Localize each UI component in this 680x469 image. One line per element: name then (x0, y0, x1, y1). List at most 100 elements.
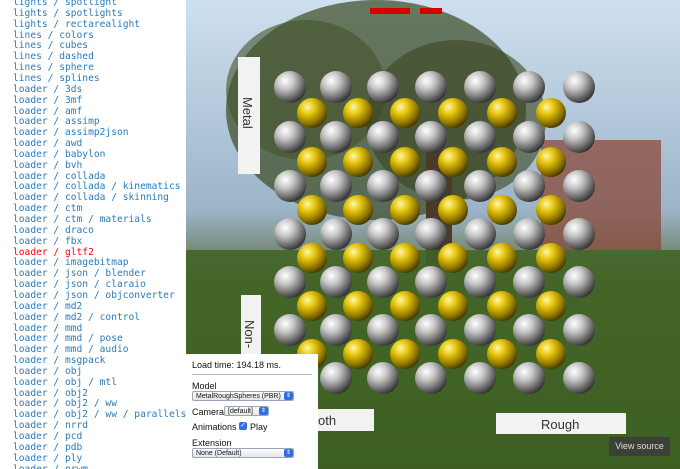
sidebar-link[interactable]: loader / prwm (13, 464, 88, 469)
material-sphere (367, 314, 399, 346)
sidebar-link[interactable]: lines / sphere (13, 62, 94, 73)
sidebar-link[interactable]: lines / dashed (13, 51, 94, 62)
camera-label: Camera (192, 407, 225, 417)
material-sphere (320, 266, 352, 298)
animations-label: Animations (192, 422, 237, 432)
material-sphere (563, 121, 595, 153)
sidebar-link[interactable]: lights / spotlight (13, 0, 117, 8)
play-checkbox[interactable]: ✓ (239, 422, 247, 430)
sidebar-link[interactable]: loader / nrrd (13, 420, 88, 431)
sidebar-link[interactable]: lines / cubes (13, 40, 88, 51)
sidebar-link[interactable]: loader / ctm / materials (13, 214, 152, 225)
sidebar-link[interactable]: loader / md2 (13, 301, 82, 312)
sidebar-link[interactable]: loader / pcd (13, 431, 82, 442)
sidebar-link[interactable]: loader / assimp (13, 116, 100, 127)
chevron-down-icon: ⇕ (284, 449, 293, 457)
sidebar-link[interactable]: loader / collada (13, 171, 105, 182)
sidebar-link[interactable]: loader / obj2 (13, 388, 88, 399)
material-sphere (367, 71, 399, 103)
material-sphere (274, 170, 306, 202)
sidebar-link[interactable]: loader / draco (13, 225, 94, 236)
sidebar-link[interactable]: loader / ply (13, 453, 82, 464)
material-sphere (487, 98, 517, 128)
sidebar-link[interactable]: loader / 3ds (13, 84, 82, 95)
material-sphere (513, 71, 545, 103)
material-sphere (487, 195, 517, 225)
material-sphere (415, 266, 447, 298)
sidebar-link[interactable]: lights / spotlights (13, 8, 123, 19)
sidebar-link[interactable]: loader / mmd / pose (13, 333, 123, 344)
sidebar-link[interactable]: lights / rectarealight (13, 19, 140, 30)
material-sphere (320, 314, 352, 346)
material-sphere (438, 98, 468, 128)
material-sphere (343, 195, 373, 225)
material-sphere (438, 339, 468, 369)
material-sphere (513, 314, 545, 346)
material-sphere (390, 243, 420, 273)
material-sphere (343, 243, 373, 273)
sidebar-link[interactable]: loader / mmd / audio (13, 344, 129, 355)
material-sphere (513, 121, 545, 153)
sidebar-link[interactable]: loader / 3mf (13, 95, 82, 106)
material-sphere (415, 218, 447, 250)
settings-panel: Load time: 194.18 ms. Model MetalRoughSp… (186, 354, 318, 469)
sidebar-link[interactable]: loader / obj (13, 366, 82, 377)
material-sphere (297, 195, 327, 225)
model-select[interactable]: MetalRoughSpheres (PBR) ⇕ (192, 391, 294, 401)
sidebar-link[interactable]: loader / json / objconverter (13, 290, 175, 301)
material-sphere (487, 339, 517, 369)
sidebar-link[interactable]: loader / json / blender (13, 268, 146, 279)
sidebar-link[interactable]: loader / pdb (13, 442, 82, 453)
material-sphere (536, 339, 566, 369)
sidebar-link[interactable]: loader / obj2 / ww / parallels (13, 409, 186, 420)
material-sphere (563, 266, 595, 298)
sidebar-link[interactable]: loader / bvh (13, 160, 82, 171)
sidebar-link[interactable]: loader / collada / skinning (13, 192, 169, 203)
material-sphere (343, 291, 373, 321)
sidebar-link[interactable]: loader / gltf2 (13, 247, 94, 258)
view-source-button[interactable]: View source (609, 437, 670, 456)
material-sphere (297, 291, 327, 321)
examples-sidebar: lights / spotlight lights / spotlights lig… (0, 0, 186, 469)
material-sphere (415, 362, 447, 394)
material-sphere (536, 243, 566, 273)
material-sphere (513, 266, 545, 298)
nonmetal-label: Non- (242, 320, 257, 349)
material-sphere (464, 266, 496, 298)
material-sphere (390, 291, 420, 321)
sidebar-link[interactable]: loader / obj2 / ww (13, 398, 117, 409)
sidebar-link[interactable]: loader / obj / mtl (13, 377, 117, 388)
material-sphere (536, 98, 566, 128)
material-sphere (343, 147, 373, 177)
material-sphere (415, 71, 447, 103)
sidebar-link[interactable]: loader / ctm (13, 203, 82, 214)
material-sphere (390, 98, 420, 128)
material-sphere (464, 71, 496, 103)
sidebar-link[interactable]: loader / msgpack (13, 355, 105, 366)
sidebar-link[interactable]: lines / colors (13, 30, 94, 41)
sidebar-link[interactable]: loader / babylon (13, 149, 105, 160)
sidebar-link[interactable]: loader / awd (13, 138, 82, 149)
rough-label: Rough (541, 417, 580, 432)
material-sphere (513, 362, 545, 394)
extension-select[interactable]: None (Default) ⇕ (192, 448, 294, 458)
material-sphere (536, 147, 566, 177)
sidebar-link[interactable]: loader / fbx (13, 236, 82, 247)
extension-select-value: None (Default) (196, 450, 242, 457)
material-sphere (513, 218, 545, 250)
panel-divider (192, 374, 312, 375)
sidebar-link[interactable]: loader / amf (13, 106, 82, 117)
material-sphere (563, 218, 595, 250)
camera-select[interactable]: [default] ⇕ (224, 406, 269, 416)
material-sphere (367, 266, 399, 298)
sidebar-link[interactable]: lines / splines (13, 73, 100, 84)
sidebar-link[interactable]: loader / md2 / control (13, 312, 140, 323)
sidebar-link[interactable]: loader / collada / kinematics (13, 181, 181, 192)
material-sphere (415, 121, 447, 153)
material-sphere (343, 98, 373, 128)
sidebar-link[interactable]: loader / assimp2json (13, 127, 129, 138)
material-sphere (274, 314, 306, 346)
sidebar-link[interactable]: loader / json / claraio (13, 279, 146, 290)
sidebar-link[interactable]: loader / imagebitmap (13, 257, 129, 268)
sidebar-link[interactable]: loader / mmd (13, 323, 82, 334)
